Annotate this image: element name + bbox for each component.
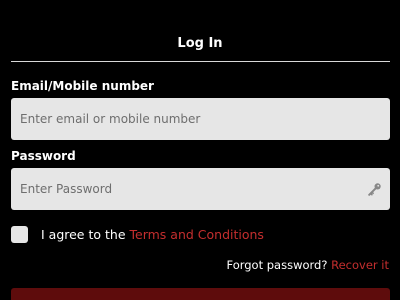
forgot-password-row: Forgot password? Recover it <box>226 258 389 272</box>
password-field[interactable] <box>11 168 390 210</box>
login-screen: Log In Email/Mobile number Password I ag… <box>0 0 400 300</box>
forgot-password-prompt: Forgot password? <box>226 258 328 272</box>
login-button[interactable] <box>11 288 390 300</box>
page-title: Log In <box>177 36 223 51</box>
email-field-container <box>11 98 390 140</box>
email-field[interactable] <box>11 98 390 140</box>
terms-row: I agree to the Terms and Conditions <box>11 226 390 244</box>
password-field-container <box>11 168 390 210</box>
terms-checkbox[interactable] <box>11 226 28 243</box>
terms-prefix: I agree to the <box>41 227 126 242</box>
recover-link[interactable]: Recover it <box>331 258 389 272</box>
header-divider <box>11 61 390 62</box>
terms-link[interactable]: Terms and Conditions <box>130 227 264 242</box>
key-icon[interactable] <box>368 182 382 196</box>
password-label: Password <box>11 149 76 163</box>
terms-text: I agree to the Terms and Conditions <box>41 227 264 242</box>
email-label: Email/Mobile number <box>11 79 154 93</box>
